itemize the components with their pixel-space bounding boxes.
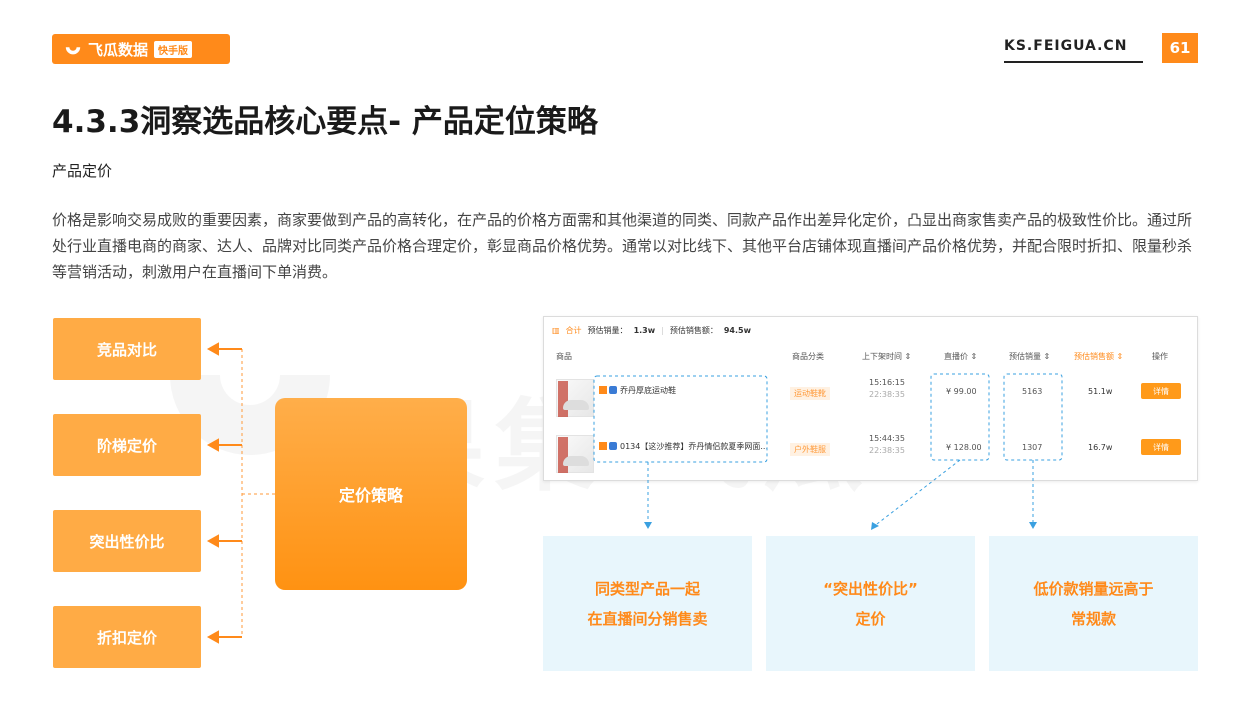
arrow-left-icon <box>206 438 242 452</box>
shelf-time: 15:44:35 22:38:35 <box>869 434 905 455</box>
product-thumbnail[interactable] <box>556 435 594 473</box>
arrow-left-icon <box>206 342 242 356</box>
shelf-time: 15:16:15 22:38:35 <box>869 378 905 399</box>
strategy-competitor-compare: 竞品对比 <box>53 318 201 380</box>
column-header-sales[interactable]: 预估销量 ⇕ <box>1009 351 1050 362</box>
platform-icon <box>609 442 617 450</box>
column-header-price[interactable]: 直播价 ⇕ <box>944 351 977 362</box>
arrow-down-icon <box>644 522 652 529</box>
site-underline <box>1004 61 1143 63</box>
orange-dashed-bracket <box>241 349 275 637</box>
arrow-down-icon <box>871 522 879 530</box>
info-box-low-price-sales: 低价款销量远高于 常规款 <box>989 536 1198 671</box>
table-summary: ▥ 合计 预估销量： 1.3w | 预估销售额： 94.5w <box>552 325 751 336</box>
est-amount-label: 预估销售额： <box>669 326 718 335</box>
arrow-left-icon <box>206 630 242 644</box>
page-number: 61 <box>1162 33 1198 63</box>
category-tag: 运动鞋靴 <box>790 387 830 400</box>
column-header-action: 操作 <box>1152 352 1168 361</box>
logo-text: 飞瓜数据 <box>88 40 149 59</box>
est-sales-label: 预估销量： <box>587 326 628 335</box>
column-header-category: 商品分类 <box>792 352 824 361</box>
product-name[interactable]: 0134【这沙推荐】乔丹情侣款夏季网面... <box>599 441 768 452</box>
bar-chart-icon: ▥ <box>552 326 560 335</box>
logo-badge: 快手版 <box>154 40 193 58</box>
store-icon <box>599 442 607 450</box>
arrow-left-icon <box>206 534 242 548</box>
section-subtitle: 产品定价 <box>52 162 113 180</box>
est-amount: 51.1w <box>1088 387 1113 396</box>
column-header-time[interactable]: 上下架时间 ⇕ <box>862 351 911 362</box>
column-header-amount[interactable]: 预估销售额 ⇕ <box>1074 351 1123 362</box>
strategy-tiered-pricing: 阶梯定价 <box>53 414 201 476</box>
product-thumbnail[interactable] <box>556 379 594 417</box>
arrow-down-icon <box>1029 522 1037 529</box>
summary-label: 合计 <box>565 326 582 335</box>
category-tag: 户外鞋服 <box>790 443 830 456</box>
est-amount-value: 94.5w <box>723 326 751 335</box>
info-box-value-pricing: “突出性价比” 定价 <box>766 536 975 671</box>
strategy-value-highlight: 突出性价比 <box>53 510 201 572</box>
main-pricing-strategy: 定价策略 <box>275 398 467 590</box>
table-row: 乔丹厚底运动鞋 运动鞋靴 15:16:15 22:38:35 ¥ 99.00 51… <box>544 377 1197 425</box>
strategy-discount-pricing: 折扣定价 <box>53 606 201 668</box>
brand-logo: 飞瓜数据 快手版 <box>52 34 230 64</box>
detail-button[interactable]: 详情 <box>1141 439 1181 455</box>
summary-divider: | <box>661 326 664 335</box>
page-title: 4.3.3洞察选品核心要点- 产品定位策略 <box>52 104 598 140</box>
est-sales-value: 1.3w <box>633 326 656 335</box>
platform-icon <box>609 386 617 394</box>
est-amount: 16.7w <box>1088 443 1113 452</box>
table-row: 0134【这沙推荐】乔丹情侣款夏季网面... 户外鞋服 15:44:35 22:3… <box>544 433 1197 481</box>
detail-button[interactable]: 详情 <box>1141 383 1181 399</box>
est-sales: 5163 <box>1022 387 1043 396</box>
info-box-same-category: 同类型产品一起 在直播间分销售卖 <box>543 536 752 671</box>
product-table-card: ▥ 合计 预估销量： 1.3w | 预估销售额： 94.5w 商品 商品分类 上… <box>543 316 1198 481</box>
est-sales: 1307 <box>1022 443 1043 452</box>
site-url[interactable]: KS.FEIGUA.CN <box>1004 38 1127 54</box>
live-price: ¥ 128.00 <box>946 443 982 452</box>
product-name[interactable]: 乔丹厚底运动鞋 <box>599 385 676 396</box>
column-header-product: 商品 <box>556 352 572 361</box>
live-price: ¥ 99.00 <box>946 387 977 396</box>
store-icon <box>599 386 607 394</box>
melon-logo-icon <box>65 47 81 55</box>
body-paragraph: 价格是影响交易成败的重要因素，商家要做到产品的高转化，在产品的价格方面需和其他渠… <box>52 211 1193 281</box>
